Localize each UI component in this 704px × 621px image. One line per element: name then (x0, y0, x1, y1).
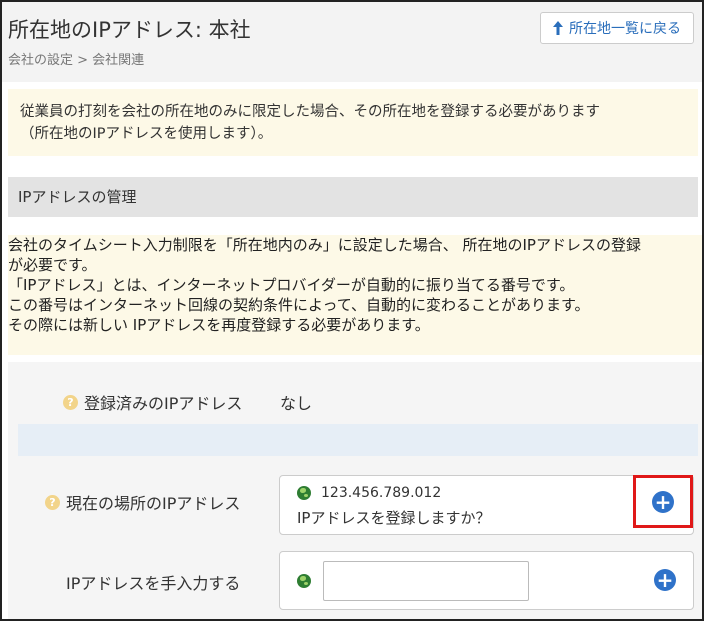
page-header: 所在地のIPアドレス: 本社 会社の設定 > 会社関連 所在地一覧に戻る (2, 2, 702, 82)
notice-line-1: 従業員の打刻を会社の所在地のみに限定した場合、その所在地を登録する必要があります (20, 104, 600, 120)
ip-form-area: ? 登録済みのIPアドレス なし ? 現在の場所のIPアドレス 123.456.… (8, 362, 702, 619)
add-current-ip-button[interactable]: + (652, 490, 674, 513)
globe-icon (297, 486, 311, 500)
info-box: 会社のタイムシート入力制限を「所在地内のみ」に設定した場合、 所在地のIPアドレ… (8, 235, 702, 355)
current-ip-line: 123.456.789.012 (297, 485, 441, 501)
register-question: IPアドレスを登録しますか？ (297, 509, 491, 527)
globe-icon (297, 574, 311, 588)
info-line-1: 会社のタイムシート入力制限を「所在地内のみ」に設定した場合、 所在地のIPアドレ… (8, 236, 641, 254)
current-ip-label-row: ? 現在の場所のIPアドレス (45, 490, 240, 514)
registered-ip-value: なし (280, 394, 313, 413)
breadcrumb[interactable]: 会社の設定 > 会社関連 (8, 49, 144, 68)
page-frame: 所在地のIPアドレス: 本社 会社の設定 > 会社関連 所在地一覧に戻る 従業員… (0, 0, 704, 621)
current-ip-panel: 123.456.789.012 IPアドレスを登録しますか？ (279, 475, 694, 535)
registered-ip-list (18, 424, 698, 456)
registered-ip-label: 登録済みのIPアドレス (84, 394, 243, 413)
registered-ip-label-row: ? 登録済みのIPアドレス (63, 390, 242, 414)
notice-line-2: （所在地のIPアドレスを使用します）。 (20, 126, 273, 142)
manual-ip-input[interactable] (323, 561, 529, 601)
manual-ip-panel: + (279, 551, 694, 610)
highlight-box: + (633, 475, 693, 528)
back-to-locations-button[interactable]: 所在地一覧に戻る (540, 12, 694, 44)
current-ip-value: 123.456.789.012 (321, 485, 442, 501)
section-header: IPアドレスの管理 (8, 177, 698, 217)
current-ip-label: 現在の場所のIPアドレス (66, 494, 241, 513)
info-line-5: その際には新しい IPアドレスを再度登録する必要があります。 (8, 316, 430, 334)
info-line-3: 「IPアドレス」とは、インターネットプロバイダーが自動的に振り当てる番号です。 (8, 276, 575, 294)
manual-ip-label-row: IPアドレスを手入力する (66, 570, 240, 594)
notice-box: 従業員の打刻を会社の所在地のみに限定した場合、その所在地を登録する必要があります… (8, 89, 698, 156)
manual-ip-label: IPアドレスを手入力する (66, 574, 241, 593)
help-icon[interactable]: ? (63, 394, 78, 410)
back-button-label: 所在地一覧に戻る (569, 21, 681, 37)
help-icon[interactable]: ? (45, 494, 60, 510)
page-title: 所在地のIPアドレス: 本社 (8, 18, 251, 42)
info-line-4: この番号はインターネット回線の契約条件によって、自動的に変わることがあります。 (8, 296, 590, 314)
info-line-2: が必要です。 (8, 256, 97, 274)
arrow-up-icon (553, 21, 563, 35)
add-manual-ip-button[interactable]: + (654, 569, 676, 591)
